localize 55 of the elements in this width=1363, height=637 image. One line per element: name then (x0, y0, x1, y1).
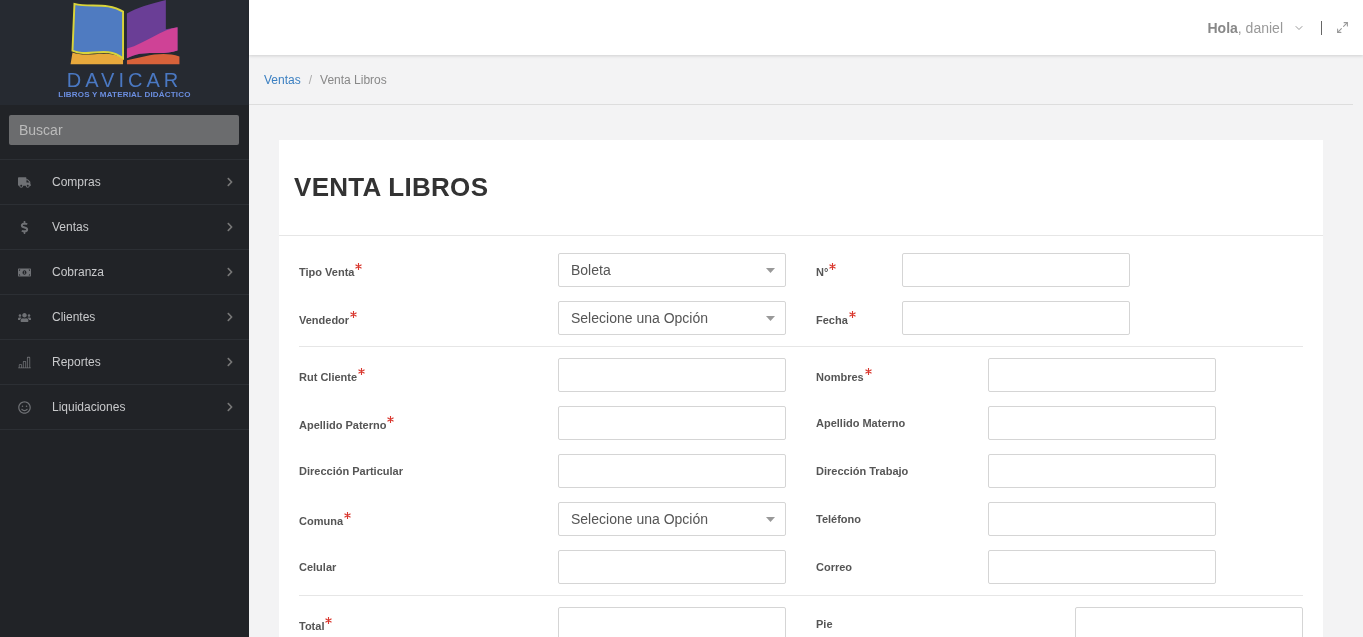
select-field[interactable]: Boleta (558, 253, 786, 287)
logo-name: DAVICAR (66, 70, 183, 90)
input-field[interactable] (902, 253, 1130, 287)
page-title: VENTA LIBROS (294, 172, 489, 203)
smiley-icon (18, 400, 31, 414)
field-label: Comuna (299, 511, 558, 527)
field-label: Correo (816, 561, 854, 573)
caret-icon (766, 315, 775, 321)
input-field[interactable] (558, 454, 786, 488)
field-label: Dirección Particular (299, 465, 404, 477)
field-label: Teléfono (816, 513, 862, 525)
field-label: Apellido Materno (816, 417, 907, 429)
field-label: N° (816, 262, 902, 278)
field-label: Total (299, 616, 558, 632)
field-label: Apellido Paterno (299, 415, 558, 431)
user-greeting[interactable]: Hola, daniel (1207, 19, 1283, 36)
select-field[interactable]: Selecione una Opción (558, 502, 786, 536)
caret-icon (766, 516, 775, 522)
input-field[interactable] (558, 550, 786, 584)
field-label: Nombres (816, 367, 988, 383)
chevron-right-icon (225, 402, 235, 412)
input-field[interactable] (988, 454, 1216, 488)
chevron-right-icon (225, 267, 235, 277)
input-field[interactable] (988, 406, 1216, 440)
bar-chart-icon (18, 355, 31, 369)
input-field[interactable] (558, 358, 786, 392)
chevron-right-icon (225, 177, 235, 187)
caret-icon (766, 267, 775, 273)
field-label: Rut Cliente (299, 367, 558, 383)
users-icon (18, 310, 31, 324)
input-field[interactable] (988, 550, 1216, 584)
input-field[interactable] (988, 358, 1216, 392)
breadcrumb-current: Venta Libros (320, 72, 387, 87)
field-label: Dirección Trabajo (816, 465, 910, 477)
breadcrumb-link[interactable]: Ventas (264, 72, 301, 87)
input-field[interactable] (988, 502, 1216, 536)
field-label: Fecha (816, 310, 902, 326)
field-label: Celular (299, 561, 338, 573)
field-label: Tipo Venta (299, 262, 558, 278)
logo-tagline: LIBROS Y MATERIAL DIDÁCTICO (58, 90, 191, 99)
field-label: Pie (816, 618, 834, 630)
input-field[interactable] (558, 607, 786, 637)
dollar-icon (18, 220, 31, 234)
breadcrumb-separator: / (308, 72, 313, 87)
chevron-right-icon (225, 222, 235, 232)
search-field[interactable]: Buscar (9, 115, 239, 145)
chevron-right-icon (225, 312, 235, 322)
field-label: Vendedor (299, 310, 558, 326)
chevron-right-icon (225, 357, 235, 367)
truck-icon (18, 175, 31, 189)
input-field[interactable] (1075, 607, 1303, 637)
expand-icon[interactable] (1336, 21, 1349, 34)
input-field[interactable] (902, 301, 1130, 335)
input-field[interactable] (558, 406, 786, 440)
select-field[interactable]: Selecione una Opción (558, 301, 786, 335)
